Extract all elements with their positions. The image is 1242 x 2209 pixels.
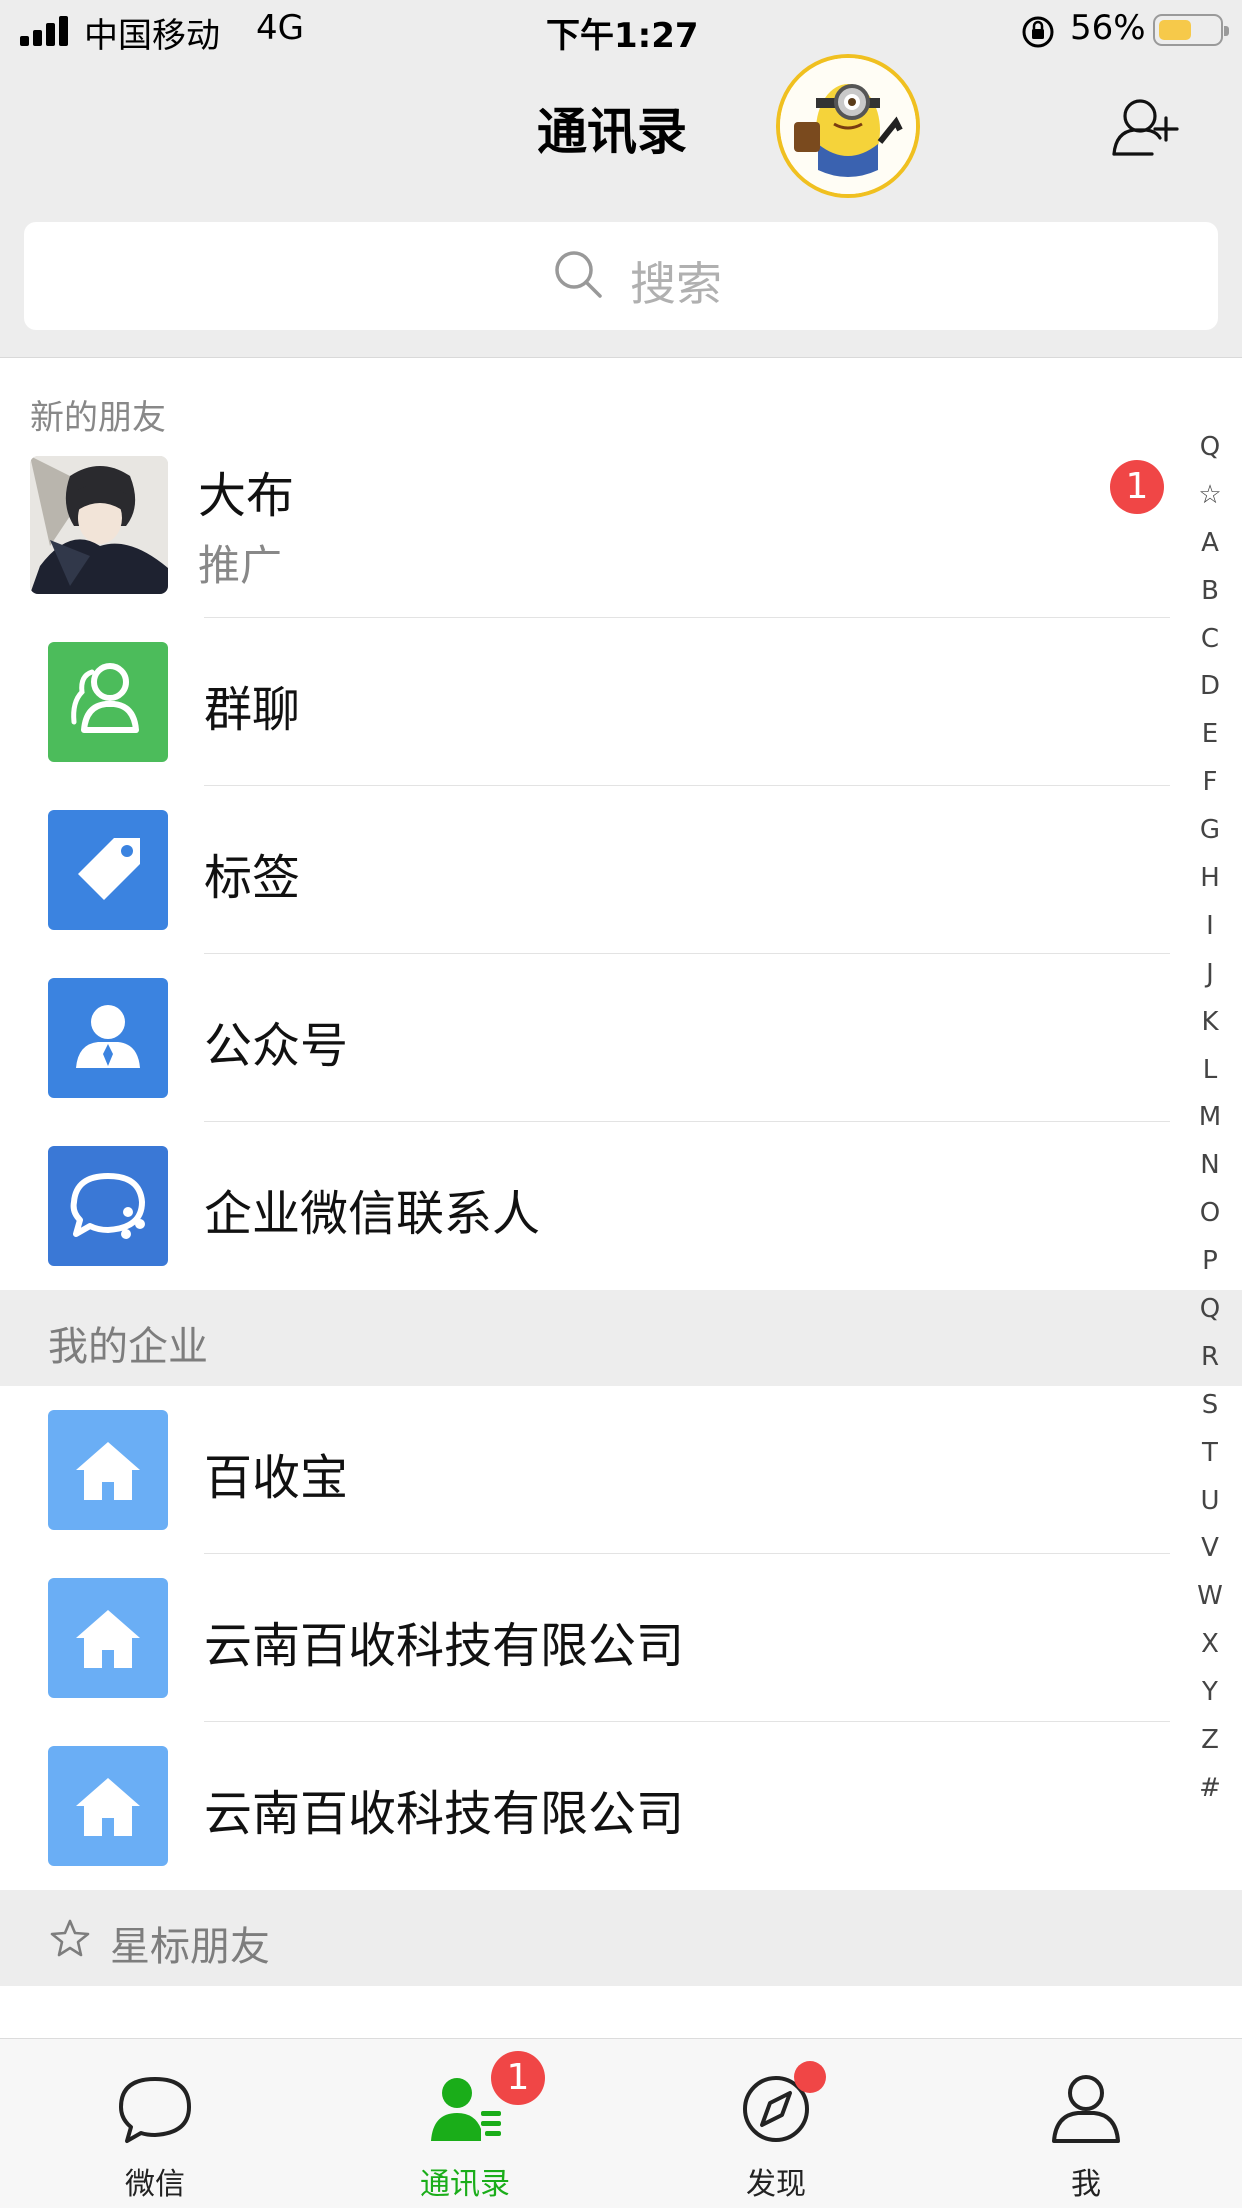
alphabet-index[interactable]: Q ☆ A B C D E F G H I J K L M N O P Q R S T U V W X Y Z # bbox=[1190, 424, 1230, 1813]
new-friend-name: 大布 bbox=[198, 468, 295, 524]
battery-icon bbox=[1153, 14, 1229, 46]
index-letter[interactable]: C bbox=[1190, 616, 1230, 664]
menu-item-label: 标签 bbox=[204, 850, 301, 906]
enterprise-name: 百收宝 bbox=[204, 1450, 349, 1506]
index-letter[interactable]: R bbox=[1190, 1334, 1230, 1382]
search-icon bbox=[555, 251, 602, 298]
enterprise-item[interactable]: 百收宝 bbox=[0, 1386, 1170, 1554]
index-letter[interactable]: V bbox=[1190, 1525, 1230, 1573]
tab-label: 微信 bbox=[125, 2167, 185, 2202]
contacts-badge: 1 bbox=[491, 2051, 545, 2105]
index-letter[interactable]: A bbox=[1190, 520, 1230, 568]
home-icon bbox=[48, 1746, 168, 1866]
carrier-label: 中国移动 bbox=[84, 16, 220, 56]
tab-label: 通讯录 bbox=[420, 2167, 510, 2202]
index-star[interactable]: ☆ bbox=[1190, 472, 1230, 520]
chat-bubble-icon bbox=[119, 2077, 191, 2143]
section-header-my-enterprise: 我的企业 bbox=[0, 1290, 1242, 1386]
group-chat-icon bbox=[48, 642, 168, 762]
tab-bar: 微信 通讯录 1 发现 我 bbox=[0, 2038, 1242, 2208]
index-letter[interactable]: O bbox=[1190, 1190, 1230, 1238]
index-letter[interactable]: S bbox=[1190, 1382, 1230, 1430]
index-letter[interactable]: P bbox=[1190, 1238, 1230, 1286]
tab-me[interactable]: 我 bbox=[996, 2039, 1176, 2209]
index-letter[interactable]: H bbox=[1190, 855, 1230, 903]
home-icon bbox=[48, 1578, 168, 1698]
index-letter[interactable]: F bbox=[1190, 759, 1230, 807]
index-letter[interactable]: E bbox=[1190, 711, 1230, 759]
tab-discover[interactable]: 发现 bbox=[686, 2039, 866, 2209]
clock: 下午1:27 bbox=[546, 16, 699, 56]
tab-chats[interactable]: 微信 bbox=[65, 2039, 245, 2209]
enterprise-item[interactable]: 云南百收科技有限公司 bbox=[0, 1554, 1170, 1722]
minion-avatar[interactable] bbox=[776, 54, 920, 198]
menu-item-label: 企业微信联系人 bbox=[204, 1186, 541, 1242]
signal-icon bbox=[20, 16, 68, 46]
menu-item-tags[interactable]: 标签 bbox=[0, 786, 1170, 954]
menu-item-label: 公众号 bbox=[204, 1018, 349, 1074]
index-letter[interactable]: K bbox=[1190, 999, 1230, 1047]
orientation-lock-icon bbox=[1022, 16, 1054, 48]
menu-item-official-accounts[interactable]: 公众号 bbox=[0, 954, 1170, 1122]
add-contact-icon[interactable] bbox=[1110, 96, 1180, 158]
index-letter[interactable]: # bbox=[1190, 1765, 1230, 1813]
page-title: 通讯录 bbox=[537, 103, 687, 161]
index-letter[interactable]: J bbox=[1190, 951, 1230, 999]
menu-item-group-chat[interactable]: 群聊 bbox=[0, 618, 1170, 786]
wecom-contacts-icon bbox=[48, 1146, 168, 1266]
person-icon bbox=[1052, 2075, 1120, 2143]
tab-contacts[interactable]: 通讯录 1 bbox=[375, 2039, 555, 2209]
section-header-starred: 星标朋友 bbox=[0, 1890, 1242, 1986]
status-bar: 中国移动 4G 下午1:27 56% bbox=[0, 0, 1242, 62]
index-letter[interactable]: Z bbox=[1190, 1717, 1230, 1765]
new-friend-item[interactable]: 大布 推广 1 bbox=[0, 442, 1170, 618]
index-letter[interactable]: Y bbox=[1190, 1669, 1230, 1717]
tab-label: 发现 bbox=[746, 2167, 806, 2202]
menu-item-label: 群聊 bbox=[204, 682, 301, 738]
index-search[interactable]: Q bbox=[1190, 424, 1230, 472]
discover-dot bbox=[794, 2061, 826, 2093]
menu-item-wecom-contacts[interactable]: 企业微信联系人 bbox=[0, 1122, 1170, 1290]
section-label: 星标朋友 bbox=[110, 1924, 270, 1970]
official-account-icon bbox=[48, 978, 168, 1098]
index-letter[interactable]: B bbox=[1190, 568, 1230, 616]
index-letter[interactable]: T bbox=[1190, 1430, 1230, 1478]
new-friend-avatar bbox=[30, 456, 168, 594]
enterprise-name: 云南百收科技有限公司 bbox=[204, 1618, 685, 1674]
index-letter[interactable]: M bbox=[1190, 1094, 1230, 1142]
index-letter[interactable]: G bbox=[1190, 807, 1230, 855]
new-friend-badge: 1 bbox=[1110, 460, 1164, 514]
search-bar[interactable]: 搜索 bbox=[24, 222, 1218, 330]
battery-percent: 56% bbox=[1070, 8, 1146, 48]
index-letter[interactable]: N bbox=[1190, 1142, 1230, 1190]
star-icon bbox=[50, 1919, 90, 1957]
network-label: 4G bbox=[256, 8, 304, 48]
index-letter[interactable]: Q bbox=[1190, 1286, 1230, 1334]
tag-icon bbox=[48, 810, 168, 930]
index-letter[interactable]: D bbox=[1190, 663, 1230, 711]
home-icon bbox=[48, 1410, 168, 1530]
new-friend-subtitle: 推广 bbox=[198, 541, 283, 590]
enterprise-name: 云南百收科技有限公司 bbox=[204, 1786, 685, 1842]
section-label-new-friends: 新的朋友 bbox=[30, 398, 166, 438]
index-letter[interactable]: L bbox=[1190, 1047, 1230, 1095]
index-letter[interactable]: I bbox=[1190, 903, 1230, 951]
search-placeholder: 搜索 bbox=[630, 257, 722, 311]
tab-label: 我 bbox=[1071, 2167, 1101, 2202]
index-letter[interactable]: X bbox=[1190, 1621, 1230, 1669]
section-label: 我的企业 bbox=[48, 1324, 208, 1370]
enterprise-item[interactable]: 云南百收科技有限公司 bbox=[0, 1722, 1170, 1890]
index-letter[interactable]: W bbox=[1190, 1573, 1230, 1621]
index-letter[interactable]: U bbox=[1190, 1478, 1230, 1526]
